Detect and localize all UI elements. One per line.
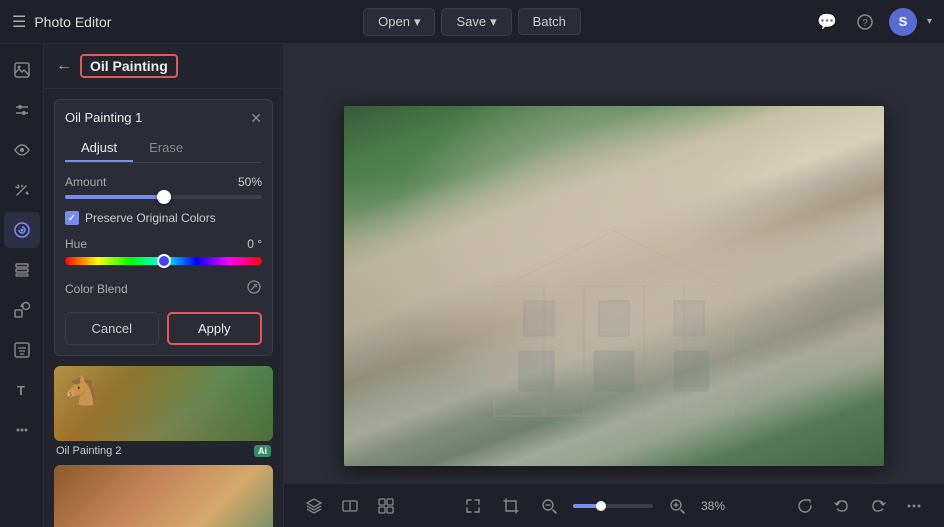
card-header: Oil Painting 1 ✕ xyxy=(65,110,262,125)
preserve-colors-row: ✓ Preserve Original Colors xyxy=(65,211,262,225)
bottom-right-tools xyxy=(792,492,928,520)
sidebar-icon-shapes[interactable] xyxy=(4,292,40,328)
thumb-oil-3-image xyxy=(54,465,273,527)
thumbnails-area: 🐴 Oil Painting 2 Ai Oil Painting 3 Ai xyxy=(44,366,283,527)
apply-button[interactable]: Apply xyxy=(167,312,263,345)
redo-icon[interactable] xyxy=(864,492,892,520)
crop-icon[interactable] xyxy=(497,492,525,520)
bottom-left-tools xyxy=(300,492,400,520)
blend-edit-icon[interactable] xyxy=(246,279,262,298)
chat-icon-button[interactable]: 💬 xyxy=(813,8,841,36)
amount-slider-thumb[interactable] xyxy=(157,190,171,204)
hue-slider-thumb[interactable] xyxy=(157,254,171,268)
sidebar-icon-text[interactable]: T xyxy=(4,372,40,408)
list-item[interactable]: Oil Painting 3 Ai xyxy=(54,465,273,527)
avatar[interactable]: S xyxy=(889,8,917,36)
amount-slider-track xyxy=(65,195,262,199)
tab-erase[interactable]: Erase xyxy=(133,135,199,162)
amount-label: Amount xyxy=(65,175,106,189)
more-options-icon[interactable] xyxy=(900,492,928,520)
canvas-area: 38% xyxy=(284,44,944,527)
fit-screen-icon[interactable] xyxy=(459,492,487,520)
effect-card: Oil Painting 1 ✕ Adjust Erase Amount 50% xyxy=(54,99,273,356)
zoom-track xyxy=(573,504,653,508)
sidebar-icon-eye[interactable] xyxy=(4,132,40,168)
sidebar-icon-more[interactable] xyxy=(4,412,40,448)
hue-control-row: Hue 0 ° xyxy=(65,237,262,251)
preserve-colors-label: Preserve Original Colors xyxy=(85,211,216,225)
hue-label: Hue xyxy=(65,237,87,251)
rotate-icon[interactable] xyxy=(792,492,820,520)
panel-header: ← Oil Painting xyxy=(44,44,283,89)
open-button[interactable]: Open ▾ xyxy=(363,8,435,36)
main-content: T ← Oil Painting Oil Painting 1 ✕ Ad xyxy=(0,44,944,527)
horse-icon: 🐴 xyxy=(64,374,99,407)
amount-control-row: Amount 50% xyxy=(65,175,262,189)
tab-adjust[interactable]: Adjust xyxy=(65,135,133,162)
topbar: ☰ Photo Editor Open ▾ Save ▾ Batch 💬 ? S… xyxy=(0,0,944,44)
undo-icon[interactable] xyxy=(828,492,856,520)
hue-slider-track xyxy=(65,257,262,265)
amount-value: 50% xyxy=(238,175,262,189)
save-button[interactable]: Save ▾ xyxy=(441,8,511,36)
cancel-button[interactable]: Cancel xyxy=(65,312,159,345)
zoom-slider[interactable] xyxy=(573,504,653,508)
app-title: Photo Editor xyxy=(34,14,111,30)
topbar-center: Open ▾ Save ▾ Batch xyxy=(363,8,581,36)
svg-text:?: ? xyxy=(862,18,868,29)
thumb-oil-2-image: 🐴 xyxy=(54,366,273,441)
ai-badge-2: Ai xyxy=(254,445,271,457)
sidebar-icon-filter[interactable] xyxy=(4,332,40,368)
sidebar-icon-sliders[interactable] xyxy=(4,92,40,128)
grid-icon[interactable] xyxy=(372,492,400,520)
action-buttons: Cancel Apply xyxy=(65,312,262,345)
zoom-percentage: 38% xyxy=(701,499,733,513)
icon-sidebar: T xyxy=(0,44,44,527)
main-canvas-image xyxy=(344,106,884,466)
zoom-out-icon[interactable] xyxy=(535,492,563,520)
svg-text:T: T xyxy=(17,383,25,398)
panel-title: Oil Painting xyxy=(80,54,178,78)
preserve-colors-checkbox[interactable]: ✓ xyxy=(65,211,79,225)
color-blend-row: Color Blend xyxy=(65,279,262,298)
sidebar-icon-layers[interactable] xyxy=(4,252,40,288)
effects-panel: ← Oil Painting Oil Painting 1 ✕ Adjust E… xyxy=(44,44,284,527)
menu-icon[interactable]: ☰ xyxy=(12,12,26,32)
help-icon-button[interactable]: ? xyxy=(851,8,879,36)
zoom-in-icon[interactable] xyxy=(663,492,691,520)
bottom-center-zoom: 38% xyxy=(459,492,733,520)
card-title: Oil Painting 1 xyxy=(65,110,142,125)
avatar-chevron-icon[interactable]: ▾ xyxy=(927,16,932,27)
sidebar-icon-effects[interactable] xyxy=(4,212,40,248)
amount-slider[interactable] xyxy=(65,195,262,199)
sidebar-icon-image[interactable] xyxy=(4,52,40,88)
sidebar-icon-magic[interactable] xyxy=(4,172,40,208)
hue-slider[interactable] xyxy=(65,257,262,265)
bottom-toolbar: 38% xyxy=(284,483,944,527)
amount-slider-fill xyxy=(65,195,164,199)
compare-icon[interactable] xyxy=(336,492,364,520)
zoom-thumb[interactable] xyxy=(596,501,606,511)
topbar-right: 💬 ? S ▾ xyxy=(581,8,932,36)
batch-button[interactable]: Batch xyxy=(518,8,581,35)
card-close-button[interactable]: ✕ xyxy=(250,111,262,125)
layers-icon[interactable] xyxy=(300,492,328,520)
tab-row: Adjust Erase xyxy=(65,135,262,163)
color-blend-label: Color Blend xyxy=(65,282,128,296)
hue-value: 0 ° xyxy=(247,237,262,251)
topbar-left: ☰ Photo Editor xyxy=(12,12,363,32)
list-item[interactable]: 🐴 Oil Painting 2 Ai xyxy=(54,366,273,459)
thumb-oil-2-label: Oil Painting 2 Ai xyxy=(54,441,273,459)
back-button[interactable]: ← xyxy=(56,58,72,74)
